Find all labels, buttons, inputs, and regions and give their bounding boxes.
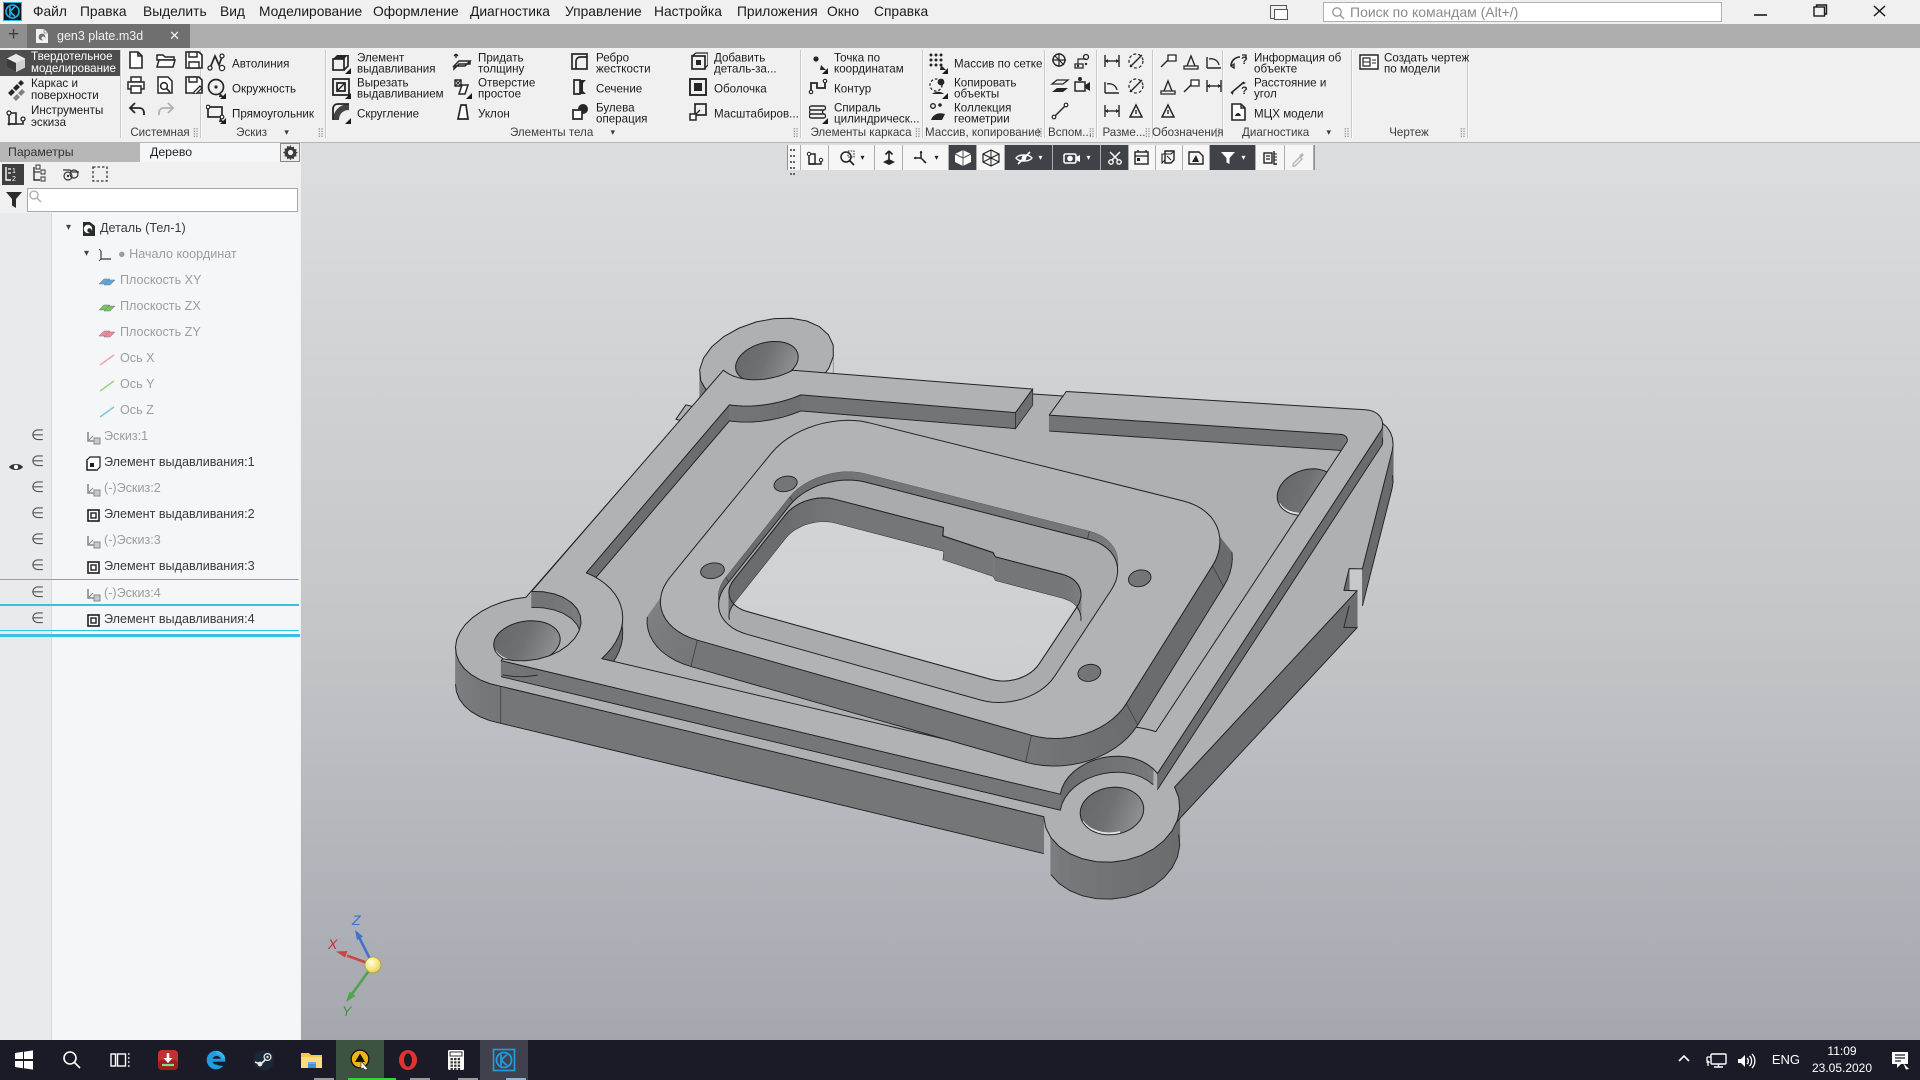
svg-text:Y: Y (342, 1003, 353, 1019)
svg-text:X: X (327, 936, 338, 952)
svg-text:1: 1 (12, 168, 16, 175)
svg-text:?: ? (1241, 85, 1248, 97)
svg-text:2: 2 (12, 176, 16, 183)
svg-text:?: ? (1241, 55, 1248, 67)
svg-text:Z: Z (351, 912, 361, 928)
